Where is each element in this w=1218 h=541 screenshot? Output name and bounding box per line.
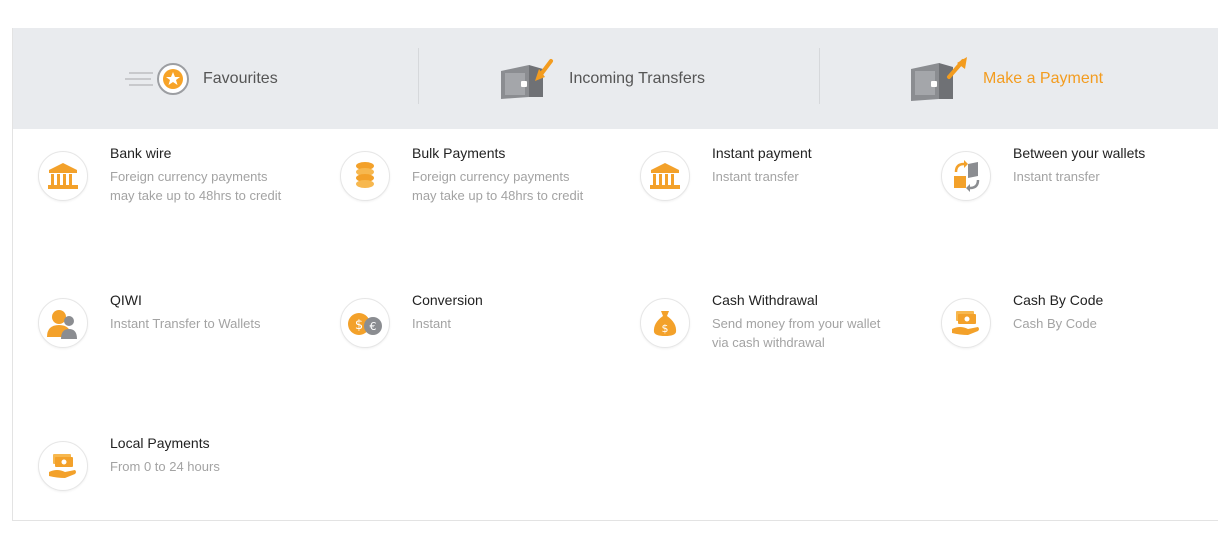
tab-favourites-label: Favourites <box>203 69 278 87</box>
payment-method-conversion[interactable]: $ € Conversion Instant <box>340 292 630 398</box>
payment-method-desc: Instant Transfer to Wallets <box>110 316 261 331</box>
bank-icon <box>640 151 690 201</box>
payment-method-desc: From 0 to 24 hours <box>110 459 220 474</box>
tab-incoming-transfers-label: Incoming Transfers <box>569 69 706 87</box>
payment-method-desc: Foreign currency payments may take up to… <box>412 169 584 203</box>
svg-text:€: € <box>370 320 377 333</box>
payment-method-between-wallets[interactable]: Between your wallets Instant transfer <box>941 145 1218 251</box>
payment-method-desc: Instant transfer <box>1013 169 1100 184</box>
payment-method-qiwi[interactable]: QIWI Instant Transfer to Wallets <box>38 292 328 398</box>
payment-method-title: QIWI <box>110 292 142 308</box>
bank-icon <box>38 151 88 201</box>
payment-method-desc: Instant <box>412 316 452 331</box>
money-bag-icon: $ <box>640 298 690 348</box>
wallets-exchange-icon <box>941 151 991 201</box>
tab-make-payment-label: Make a Payment <box>983 69 1104 87</box>
payment-method-title: Bulk Payments <box>412 145 506 161</box>
payment-panel: Favourites Incoming Transfers Make a Pay… <box>12 28 1218 521</box>
payment-method-cash-by-code[interactable]: Cash By Code Cash By Code <box>941 292 1218 398</box>
payment-method-title: Bank wire <box>110 145 172 161</box>
wallet-outgoing-icon <box>909 55 971 103</box>
tab-make-payment[interactable]: Make a Payment <box>909 28 1103 129</box>
payment-method-title: Cash By Code <box>1013 292 1104 308</box>
payment-method-bulk-payments[interactable]: Bulk Payments Foreign currency payments … <box>340 145 630 251</box>
currency-exchange-icon: $ € <box>340 298 390 348</box>
cash-hand-icon <box>941 298 991 348</box>
payment-method-desc: Send money from your wallet via cash wit… <box>712 316 881 350</box>
tab-incoming-transfers[interactable]: Incoming Transfers <box>499 28 705 129</box>
payment-method-desc: Foreign currency payments may take up to… <box>110 169 282 203</box>
payment-method-local-payments[interactable]: Local Payments From 0 to 24 hours <box>38 435 328 541</box>
payment-method-instant-payment[interactable]: Instant payment Instant transfer <box>640 145 930 251</box>
payment-method-title: Cash Withdrawal <box>712 292 818 308</box>
star-circle-icon <box>125 59 191 99</box>
svg-text:$: $ <box>662 322 669 335</box>
tab-divider <box>418 48 419 104</box>
tab-divider <box>819 48 820 104</box>
tab-favourites[interactable]: Favourites <box>125 28 278 129</box>
users-icon <box>38 298 88 348</box>
wallet-incoming-icon <box>499 57 557 101</box>
payment-method-bank-wire[interactable]: Bank wire Foreign currency payments may … <box>38 145 328 251</box>
payment-method-desc: Cash By Code <box>1013 316 1097 331</box>
payment-method-cash-withdrawal[interactable]: $ Cash Withdrawal Send money from your w… <box>640 292 930 398</box>
payment-method-title: Local Payments <box>110 435 210 451</box>
payment-method-title: Instant payment <box>712 145 812 161</box>
payment-method-title: Conversion <box>412 292 483 308</box>
payment-method-title: Between your wallets <box>1013 145 1146 161</box>
tab-bar: Favourites Incoming Transfers Make a Pay… <box>13 28 1218 129</box>
svg-text:$: $ <box>355 318 363 333</box>
payment-method-desc: Instant transfer <box>712 169 799 184</box>
coin-stack-icon <box>340 151 390 201</box>
cash-hand-icon <box>38 441 88 491</box>
